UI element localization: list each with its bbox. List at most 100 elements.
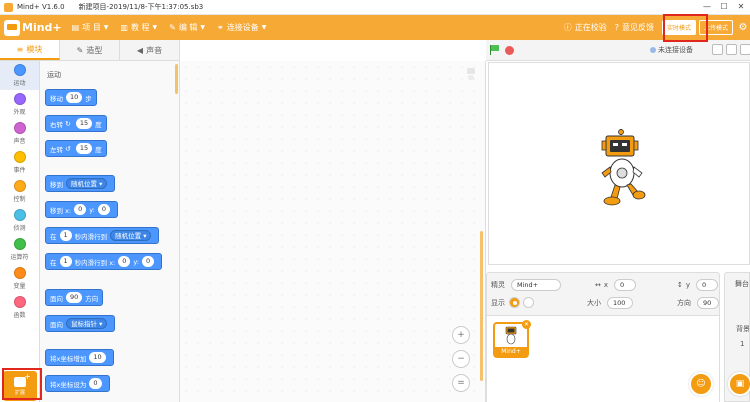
block-glide-to[interactable]: 在 1 秒内滑行到 随机位置 ▾ bbox=[45, 227, 160, 244]
block-point-towards[interactable]: 面向 鼠标指针 ▾ bbox=[45, 315, 116, 332]
info-icon: ⓘ bbox=[563, 23, 572, 32]
chevron-down-icon: ▼ bbox=[103, 24, 109, 31]
category-label: 声音 bbox=[13, 138, 26, 145]
backdrop-count: 1 bbox=[740, 340, 745, 348]
y-input[interactable]: 0 bbox=[696, 279, 719, 291]
block-number-input[interactable]: 0 bbox=[89, 378, 102, 389]
block-turn-left[interactable]: 左转 ↺ 15 度 bbox=[45, 140, 107, 157]
category-color-dot bbox=[13, 296, 26, 308]
sprite-list: Mind+ ✕ bbox=[487, 315, 719, 402]
zoom-out-button[interactable]: − bbox=[452, 350, 470, 368]
block-number-input[interactable]: 10 bbox=[89, 352, 106, 363]
normal-stage-button[interactable] bbox=[726, 44, 737, 55]
sprite-tile[interactable]: Mind+ ✕ bbox=[493, 320, 531, 358]
edit-icon: ✎ bbox=[169, 23, 176, 32]
category-events[interactable]: 事件 bbox=[0, 148, 39, 177]
blocks-icon: ≡ bbox=[16, 44, 24, 54]
category-color-dot bbox=[13, 267, 26, 279]
delete-sprite-icon[interactable]: ✕ bbox=[522, 320, 531, 329]
show-eye-icon[interactable] bbox=[509, 297, 520, 308]
visibility-row: 显示 bbox=[491, 297, 534, 308]
mindplus-logo: Mind+ bbox=[4, 19, 62, 36]
menu-connect-device[interactable]: ⚭ 连接设备 ▼ bbox=[217, 22, 266, 33]
small-stage-button[interactable] bbox=[712, 44, 723, 55]
block-text: 在 bbox=[50, 232, 57, 241]
maximize-button[interactable]: ☐ bbox=[717, 1, 731, 13]
block-number-input[interactable]: 90 bbox=[66, 292, 83, 303]
right-toolbar: ⓘ 正在校验 ? 意见反馈 实时模式 上传模式 ⚙ bbox=[564, 15, 750, 40]
sprite-name-row: 精灵 Mind+ bbox=[491, 279, 561, 291]
add-sprite-button[interactable]: ☺ bbox=[689, 372, 713, 396]
block-number-input[interactable]: 15 bbox=[75, 118, 93, 129]
menu-tutorial[interactable]: ▥ 教 程 ▼ bbox=[120, 22, 157, 33]
block-set-x[interactable]: 将x坐标设为 0 bbox=[45, 375, 110, 392]
block-number-input[interactable]: 1 bbox=[59, 256, 72, 267]
block-goto[interactable]: 移到 随机位置 ▾ bbox=[45, 175, 116, 192]
green-flag-icon[interactable] bbox=[490, 45, 500, 55]
minimize-button[interactable]: — bbox=[700, 1, 714, 13]
block-change-x[interactable]: 将x坐标增加 10 bbox=[45, 349, 114, 366]
block-number-input[interactable]: 0 bbox=[118, 256, 131, 267]
image-icon: ▣ bbox=[735, 379, 745, 389]
highlight-realtime-mode bbox=[663, 14, 708, 42]
tab-sounds[interactable]: ◀ 声音 bbox=[120, 40, 180, 60]
workspace-scrollbar[interactable] bbox=[480, 231, 483, 381]
zoom-reset-button[interactable]: = bbox=[452, 374, 470, 392]
category-functions[interactable]: 函数 bbox=[0, 293, 39, 322]
menu-project[interactable]: ▤ 项 目 ▼ bbox=[72, 22, 109, 33]
y-arrows-icon: ↕ bbox=[677, 281, 683, 289]
add-backdrop-button[interactable]: ▣ bbox=[728, 372, 750, 396]
menu-edit[interactable]: ✎ 编 辑 ▼ bbox=[169, 22, 205, 33]
block-point-direction[interactable]: 面向 90 方向 bbox=[45, 289, 104, 306]
block-number-input[interactable]: 0 bbox=[74, 204, 87, 215]
palette-scrollbar[interactable] bbox=[175, 64, 178, 94]
category-sound[interactable]: 声音 bbox=[0, 119, 39, 148]
stage-canvas[interactable] bbox=[488, 62, 750, 265]
category-sensing[interactable]: 侦测 bbox=[0, 206, 39, 235]
block-text: 方向 bbox=[85, 294, 99, 303]
block-number-input[interactable]: 15 bbox=[75, 143, 93, 154]
block-text: 移动 bbox=[50, 94, 63, 103]
feedback-link[interactable]: ? 意见反馈 bbox=[615, 22, 654, 33]
category-motion[interactable]: 运动 bbox=[0, 61, 39, 90]
tab-costumes[interactable]: ✎ 造型 bbox=[60, 40, 120, 60]
block-text: 将x坐标设为 bbox=[50, 380, 87, 389]
tab-blocks[interactable]: ≡ 模块 bbox=[0, 40, 60, 60]
block-number-input[interactable]: 10 bbox=[66, 92, 83, 103]
x-coordinate-row: ↔ x 0 bbox=[595, 279, 637, 291]
x-label: x bbox=[603, 281, 609, 289]
block-number-input[interactable]: 0 bbox=[97, 204, 110, 215]
block-text: 步 bbox=[85, 94, 92, 103]
block-glide-to-xy[interactable]: 在 1 秒内滑行到 x: 0 y: 0 bbox=[45, 253, 163, 270]
settings-button[interactable]: ⚙ bbox=[736, 15, 750, 40]
code-workspace[interactable]: + − = bbox=[180, 61, 486, 402]
category-control[interactable]: 控制 bbox=[0, 177, 39, 206]
connect-icon: ⚭ bbox=[216, 23, 224, 32]
book-icon: ▥ bbox=[120, 23, 128, 32]
category-operators[interactable]: 运算符 bbox=[0, 235, 39, 264]
block-dropdown[interactable]: 随机位置 ▾ bbox=[110, 230, 152, 241]
size-input[interactable]: 100 bbox=[607, 297, 633, 309]
close-button[interactable]: ✕ bbox=[734, 1, 748, 13]
category-looks[interactable]: 外观 bbox=[0, 90, 39, 119]
fullscreen-button[interactable] bbox=[740, 44, 750, 55]
sprite-name-input[interactable]: Mind+ bbox=[511, 279, 561, 291]
hide-eye-icon[interactable] bbox=[523, 297, 534, 308]
block-move-steps[interactable]: 移动 10 步 bbox=[45, 89, 97, 106]
block-dropdown[interactable]: 随机位置 ▾ bbox=[66, 178, 108, 189]
zoom-in-button[interactable]: + bbox=[452, 326, 470, 344]
block-goto-xy[interactable]: 移到 x: 0 y: 0 bbox=[45, 201, 118, 218]
block-turn-right[interactable]: 右转 ↻ 15 度 bbox=[45, 115, 107, 132]
direction-input[interactable]: 90 bbox=[697, 297, 719, 309]
category-variables[interactable]: 变量 bbox=[0, 264, 39, 293]
menu-edit-label: 编 辑 bbox=[178, 23, 198, 32]
block-dropdown[interactable]: 鼠标指针 ▾ bbox=[66, 318, 108, 329]
stop-icon[interactable] bbox=[505, 45, 514, 55]
correcting-status[interactable]: ⓘ 正在校验 bbox=[564, 22, 607, 33]
block-number-input[interactable]: 1 bbox=[59, 230, 72, 241]
mindplus-robot-sprite[interactable] bbox=[597, 129, 647, 209]
category-label: 侦测 bbox=[13, 225, 26, 232]
x-input[interactable]: 0 bbox=[614, 279, 637, 291]
block-number-input[interactable]: 0 bbox=[141, 256, 155, 267]
block-text: 秒内滑行到 x: bbox=[74, 258, 116, 267]
